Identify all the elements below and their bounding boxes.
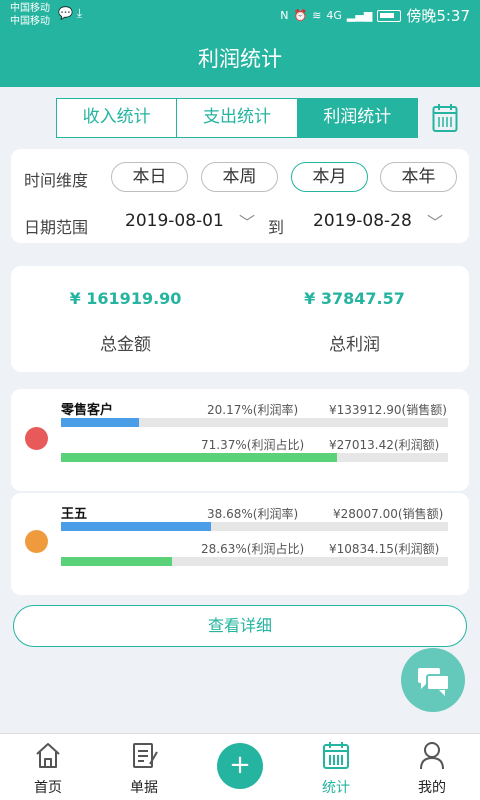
profit-rate-text: 38.68%(利润率) [207,507,299,521]
battery-icon [377,9,402,22]
profit-share-text: 28.63%(利润占比) [201,542,305,556]
alarm-icon: ⏰ [293,9,308,22]
option-week[interactable]: 本周 [201,162,278,192]
add-button[interactable]: + [217,743,263,789]
wechat-icon: 💬 [58,6,73,20]
filter-card: 时间维度 本日 本周 本月 本年 日期范围 2019-08-01 ﹀ 到 201… [11,149,469,243]
start-date-picker[interactable]: 2019-08-01 [125,211,224,231]
customer-color-dot [25,530,48,553]
option-year[interactable]: 本年 [380,162,457,192]
time-dimension-label: 时间维度 [24,171,89,190]
stats-tabs: 收入统计 支出统计 利润统计 [56,98,418,138]
user-icon [420,742,444,770]
nav-documents[interactable]: 单据 [96,734,192,800]
chat-icon [418,668,450,696]
tab-expense[interactable]: 支出统计 [177,99,298,137]
document-icon [133,743,158,768]
profit-rate-bar [61,418,448,427]
chevron-down-icon[interactable]: ﹀ [239,209,255,233]
clock-text: 傍晚5:37 [406,7,470,25]
total-profit-value: ¥ 37847.57 [304,289,405,308]
status-right: N ⏰ ≋ 4G ▂▄▆ 傍晚5:37 [280,5,470,26]
profit-amount-text: ¥10834.15(利润额) [329,542,440,556]
profit-share-text: 71.37%(利润占比) [201,438,305,452]
nav-profile[interactable]: 我的 [384,734,480,800]
page-title: 利润统计 [0,32,480,87]
profit-share-bar [61,453,448,462]
nav-home[interactable]: 首页 [0,734,96,800]
nav-stats[interactable]: 统计 [288,734,384,800]
signal-icon: ▂▄▆ [346,9,373,22]
download-icon: ⤓ [76,6,83,20]
sales-amount-text: ¥28007.00(销售额) [333,507,444,521]
profit-rate-bar [61,522,448,531]
customer-card[interactable]: 零售客户 20.17%(利润率) ¥133912.90(销售额) 71.37%(… [11,389,469,491]
customer-name: 零售客户 [61,403,114,418]
total-profit-label: 总利润 [329,335,380,355]
option-day[interactable]: 本日 [111,162,188,192]
total-amount-value: ¥ 161919.90 [69,289,182,308]
profit-rate-text: 20.17%(利润率) [207,403,299,417]
customer-name: 王五 [61,507,88,522]
tab-profit[interactable]: 利润统计 [297,99,417,137]
network-label: 4G [326,9,342,22]
totals-card: ¥ 161919.90 总金额 ¥ 37847.57 总利润 [11,266,469,372]
sales-amount-text: ¥133912.90(销售额) [329,403,447,417]
customer-color-dot [25,427,48,450]
customer-card[interactable]: 王五 38.68%(利润率) ¥28007.00(销售额) 28.63%(利润占… [11,493,469,595]
view-detail-button[interactable]: 查看详细 [13,605,467,647]
to-label: 到 [268,218,285,237]
total-amount-label: 总金额 [100,335,151,355]
profit-share-bar [61,557,448,566]
carrier-info: 中国移动 中国移动 [10,3,50,27]
status-bar: 中国移动 中国移动 💬 ⤓ N ⏰ ≋ 4G ▂▄▆ 傍晚5:37 [0,0,480,32]
end-date-picker[interactable]: 2019-08-28 [313,211,412,231]
tab-income[interactable]: 收入统计 [57,99,178,137]
option-month[interactable]: 本月 [291,162,368,192]
chat-fab-button[interactable] [401,648,465,712]
calendar-icon[interactable] [432,103,458,133]
chevron-down-icon[interactable]: ﹀ [427,209,443,233]
home-icon [36,743,60,768]
stats-icon [323,742,349,769]
nfc-icon: N [280,9,289,22]
date-range-label: 日期范围 [24,218,89,237]
wifi-icon: ≋ [312,9,322,22]
profit-amount-text: ¥27013.42(利润额) [329,438,440,452]
notification-icons: 💬 ⤓ [58,6,82,21]
